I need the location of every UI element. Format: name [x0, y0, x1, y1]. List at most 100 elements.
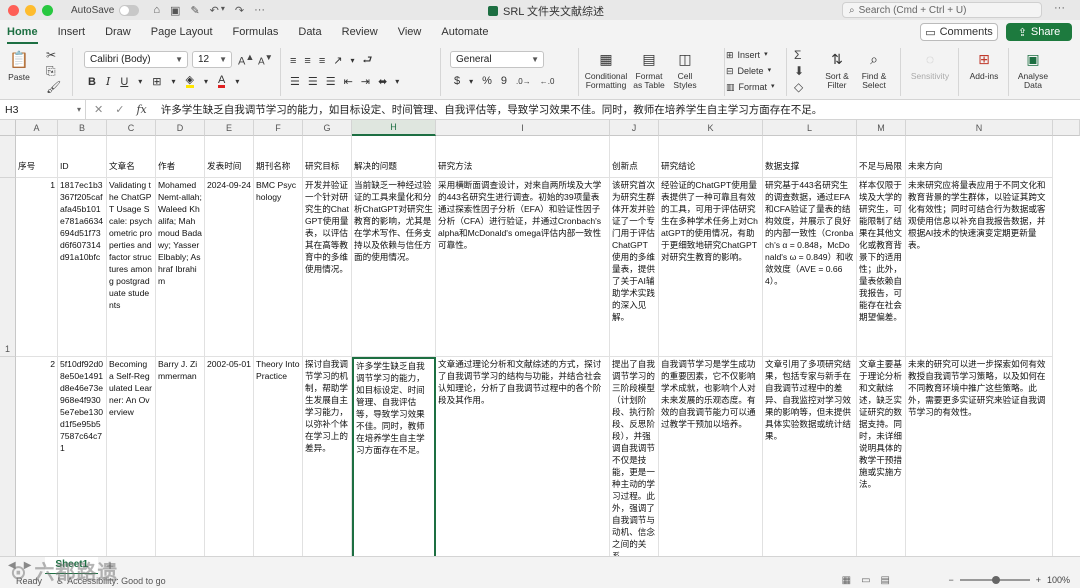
fill-icon[interactable]: ⬇: [794, 64, 804, 78]
delete-button[interactable]: ⊟ Delete ▾: [726, 63, 775, 79]
dropdown-icon[interactable]: ▾: [235, 77, 239, 86]
column-header-n[interactable]: N: [906, 120, 1053, 136]
comments-button[interactable]: ▭ Comments: [920, 23, 998, 41]
align-right-icon[interactable]: ☰: [326, 75, 336, 88]
table-cell[interactable]: 未来研究应将量表应用于不同文化和教育背景的学生群体，以验证其跨文化有效性；同时可…: [906, 178, 1053, 357]
row-header-1[interactable]: [0, 136, 16, 178]
column-header-c[interactable]: C: [107, 120, 156, 136]
format-painter-icon[interactable]: 🖌: [46, 80, 61, 94]
table-cell[interactable]: 1: [16, 178, 58, 357]
number-format-select[interactable]: General ▼: [450, 51, 544, 68]
autosave-toggle[interactable]: [119, 4, 140, 16]
wrap-text-icon[interactable]: ⮐: [363, 51, 373, 70]
tab-view[interactable]: View: [398, 23, 422, 41]
increase-font-icon[interactable]: A▲: [238, 52, 254, 68]
close-window-button[interactable]: [8, 4, 19, 16]
decrease-font-icon[interactable]: A▼: [258, 52, 273, 67]
column-title-cell[interactable]: 解决的问题: [352, 136, 436, 178]
table-cell[interactable]: Validating the ChatGPT Usage Scale: psyc…: [107, 178, 156, 357]
confirm-icon[interactable]: ✓: [115, 103, 124, 116]
table-cell[interactable]: Theory Into Practice: [254, 357, 303, 556]
normal-view-icon[interactable]: ▦: [842, 575, 851, 586]
dropdown-icon[interactable]: ▾: [350, 56, 354, 65]
column-title-cell[interactable]: 不足与局限: [857, 136, 906, 178]
more-options-icon[interactable]: ···: [1054, 2, 1065, 14]
tab-home[interactable]: Home: [7, 23, 38, 44]
table-cell[interactable]: Mohamed Nemt-allah; Waleed Khalifa; Mahm…: [156, 178, 205, 357]
addins-button[interactable]: ⊞ Add-ins: [964, 48, 1004, 81]
column-header-m[interactable]: M: [857, 120, 906, 136]
column-header-i[interactable]: I: [436, 120, 610, 136]
dropdown-icon[interactable]: ▾: [395, 77, 399, 86]
edit-icon[interactable]: ✎: [190, 4, 199, 17]
dropdown-icon[interactable]: ▾: [469, 77, 473, 86]
cut-icon[interactable]: ✂: [46, 48, 56, 62]
column-title-cell[interactable]: 研究结论: [659, 136, 763, 178]
find-select-button[interactable]: ⌕ Find & Select: [856, 48, 892, 90]
column-title-cell[interactable]: 研究目标: [303, 136, 352, 178]
column-header-e[interactable]: E: [205, 120, 254, 136]
comma-icon[interactable]: 9: [501, 75, 507, 87]
share-button[interactable]: ⇪ Share: [1006, 23, 1072, 41]
column-title-cell[interactable]: 文章名: [107, 136, 156, 178]
fill-color-icon[interactable]: ◈: [185, 75, 194, 88]
column-title-cell[interactable]: 序号: [16, 136, 58, 178]
autosum-icon[interactable]: Σ: [794, 48, 801, 62]
table-cell[interactable]: 1817ec1b3367f205cafafa45b101e781a6634694…: [58, 178, 107, 357]
tab-data[interactable]: Data: [298, 23, 321, 41]
tab-automate[interactable]: Automate: [441, 23, 488, 41]
align-left-icon[interactable]: ☰: [290, 75, 300, 88]
column-header-l[interactable]: L: [763, 120, 857, 136]
merge-cells-icon[interactable]: ⬌: [378, 75, 387, 88]
column-header-h[interactable]: H: [352, 120, 436, 136]
format-button[interactable]: ▥ Format ▾: [726, 79, 775, 95]
column-title-cell[interactable]: 数据支撑: [763, 136, 857, 178]
table-cell[interactable]: 许多学生缺乏自我调节学习的能力，如目标设定、时间管理、自我评估等，导致学习效果不…: [352, 357, 436, 556]
save-icon[interactable]: ▣: [170, 4, 180, 17]
column-header-b[interactable]: B: [58, 120, 107, 136]
borders-icon[interactable]: ⊞: [152, 75, 161, 88]
table-cell[interactable]: 开发并验证一个针对研究生的ChatGPT使用量表，以评估其在高等教育中的多维使用…: [303, 178, 352, 357]
copy-icon[interactable]: ⎘: [46, 64, 56, 79]
decrease-indent-icon[interactable]: ⇤: [344, 75, 353, 88]
table-cell[interactable]: 未来的研究可以进一步探索如何有效教授自我调节学习策略，以及如何在不同教育环境中推…: [906, 357, 1053, 556]
table-cell[interactable]: Barry J. Zimmerman: [156, 357, 205, 556]
percent-icon[interactable]: %: [482, 75, 492, 87]
table-cell[interactable]: 研究基于443名研究生的调查数据，通过EFA和CFA验证了量表的结构效度，并展示…: [763, 178, 857, 357]
italic-icon[interactable]: I: [106, 75, 110, 88]
cancel-icon[interactable]: ✕: [94, 103, 103, 116]
column-header-d[interactable]: D: [156, 120, 205, 136]
table-cell[interactable]: 2002-05-01: [205, 357, 254, 556]
formula-input[interactable]: 许多学生缺乏自我调节学习的能力，如目标设定、时间管理、自我评估等，导致学习效果不…: [155, 102, 823, 117]
bold-icon[interactable]: B: [88, 76, 96, 88]
table-cell[interactable]: 自我调节学习是学生成功的重要因素，它不仅影响学术成就，也影响个人对未来发展的乐观…: [659, 357, 763, 556]
column-title-cell[interactable]: 创新点: [610, 136, 659, 178]
table-cell[interactable]: 2024-09-24: [205, 178, 254, 357]
dropdown-icon[interactable]: ▾: [172, 77, 176, 86]
insert-function-icon[interactable]: fx: [136, 103, 146, 116]
zoom-in-icon[interactable]: +: [1036, 575, 1041, 585]
currency-icon[interactable]: $: [454, 75, 460, 87]
dropdown-icon[interactable]: ▾: [204, 77, 208, 86]
insert-button[interactable]: ⊞ Insert ▾: [726, 47, 775, 63]
column-header-k[interactable]: K: [659, 120, 763, 136]
table-cell[interactable]: 5f10df92d08e50e1491d8e46e73e968e4f9305e7…: [58, 357, 107, 556]
column-header-g[interactable]: G: [303, 120, 352, 136]
analyse-data-button[interactable]: ▣ Analyse Data: [1012, 48, 1054, 90]
page-break-view-icon[interactable]: ▤: [881, 575, 890, 586]
column-title-cell[interactable]: 发表时间: [205, 136, 254, 178]
font-color-icon[interactable]: A: [218, 75, 226, 88]
dropdown-icon[interactable]: ▾: [138, 77, 142, 86]
table-cell[interactable]: 文章通过理论分析和文献综述的方式，探讨了自我调节学习的结构与功能，并结合社会认知…: [436, 357, 610, 556]
column-title-cell[interactable]: 研究方法: [436, 136, 610, 178]
table-cell[interactable]: BMC Psychology: [254, 178, 303, 357]
font-name-select[interactable]: Calibri (Body) ▼: [84, 51, 188, 68]
search-input[interactable]: ⌕ Search (Cmd + Ctrl + U): [842, 2, 1042, 18]
table-cell[interactable]: 2: [16, 357, 58, 556]
tab-review[interactable]: Review: [342, 23, 378, 41]
cell-styles-button[interactable]: ◫ Cell Styles: [670, 48, 700, 90]
undo-icon[interactable]: ↶: [210, 4, 219, 17]
column-header-j[interactable]: J: [610, 120, 659, 136]
minimize-window-button[interactable]: [25, 4, 36, 16]
zoom-window-button[interactable]: [42, 4, 53, 16]
